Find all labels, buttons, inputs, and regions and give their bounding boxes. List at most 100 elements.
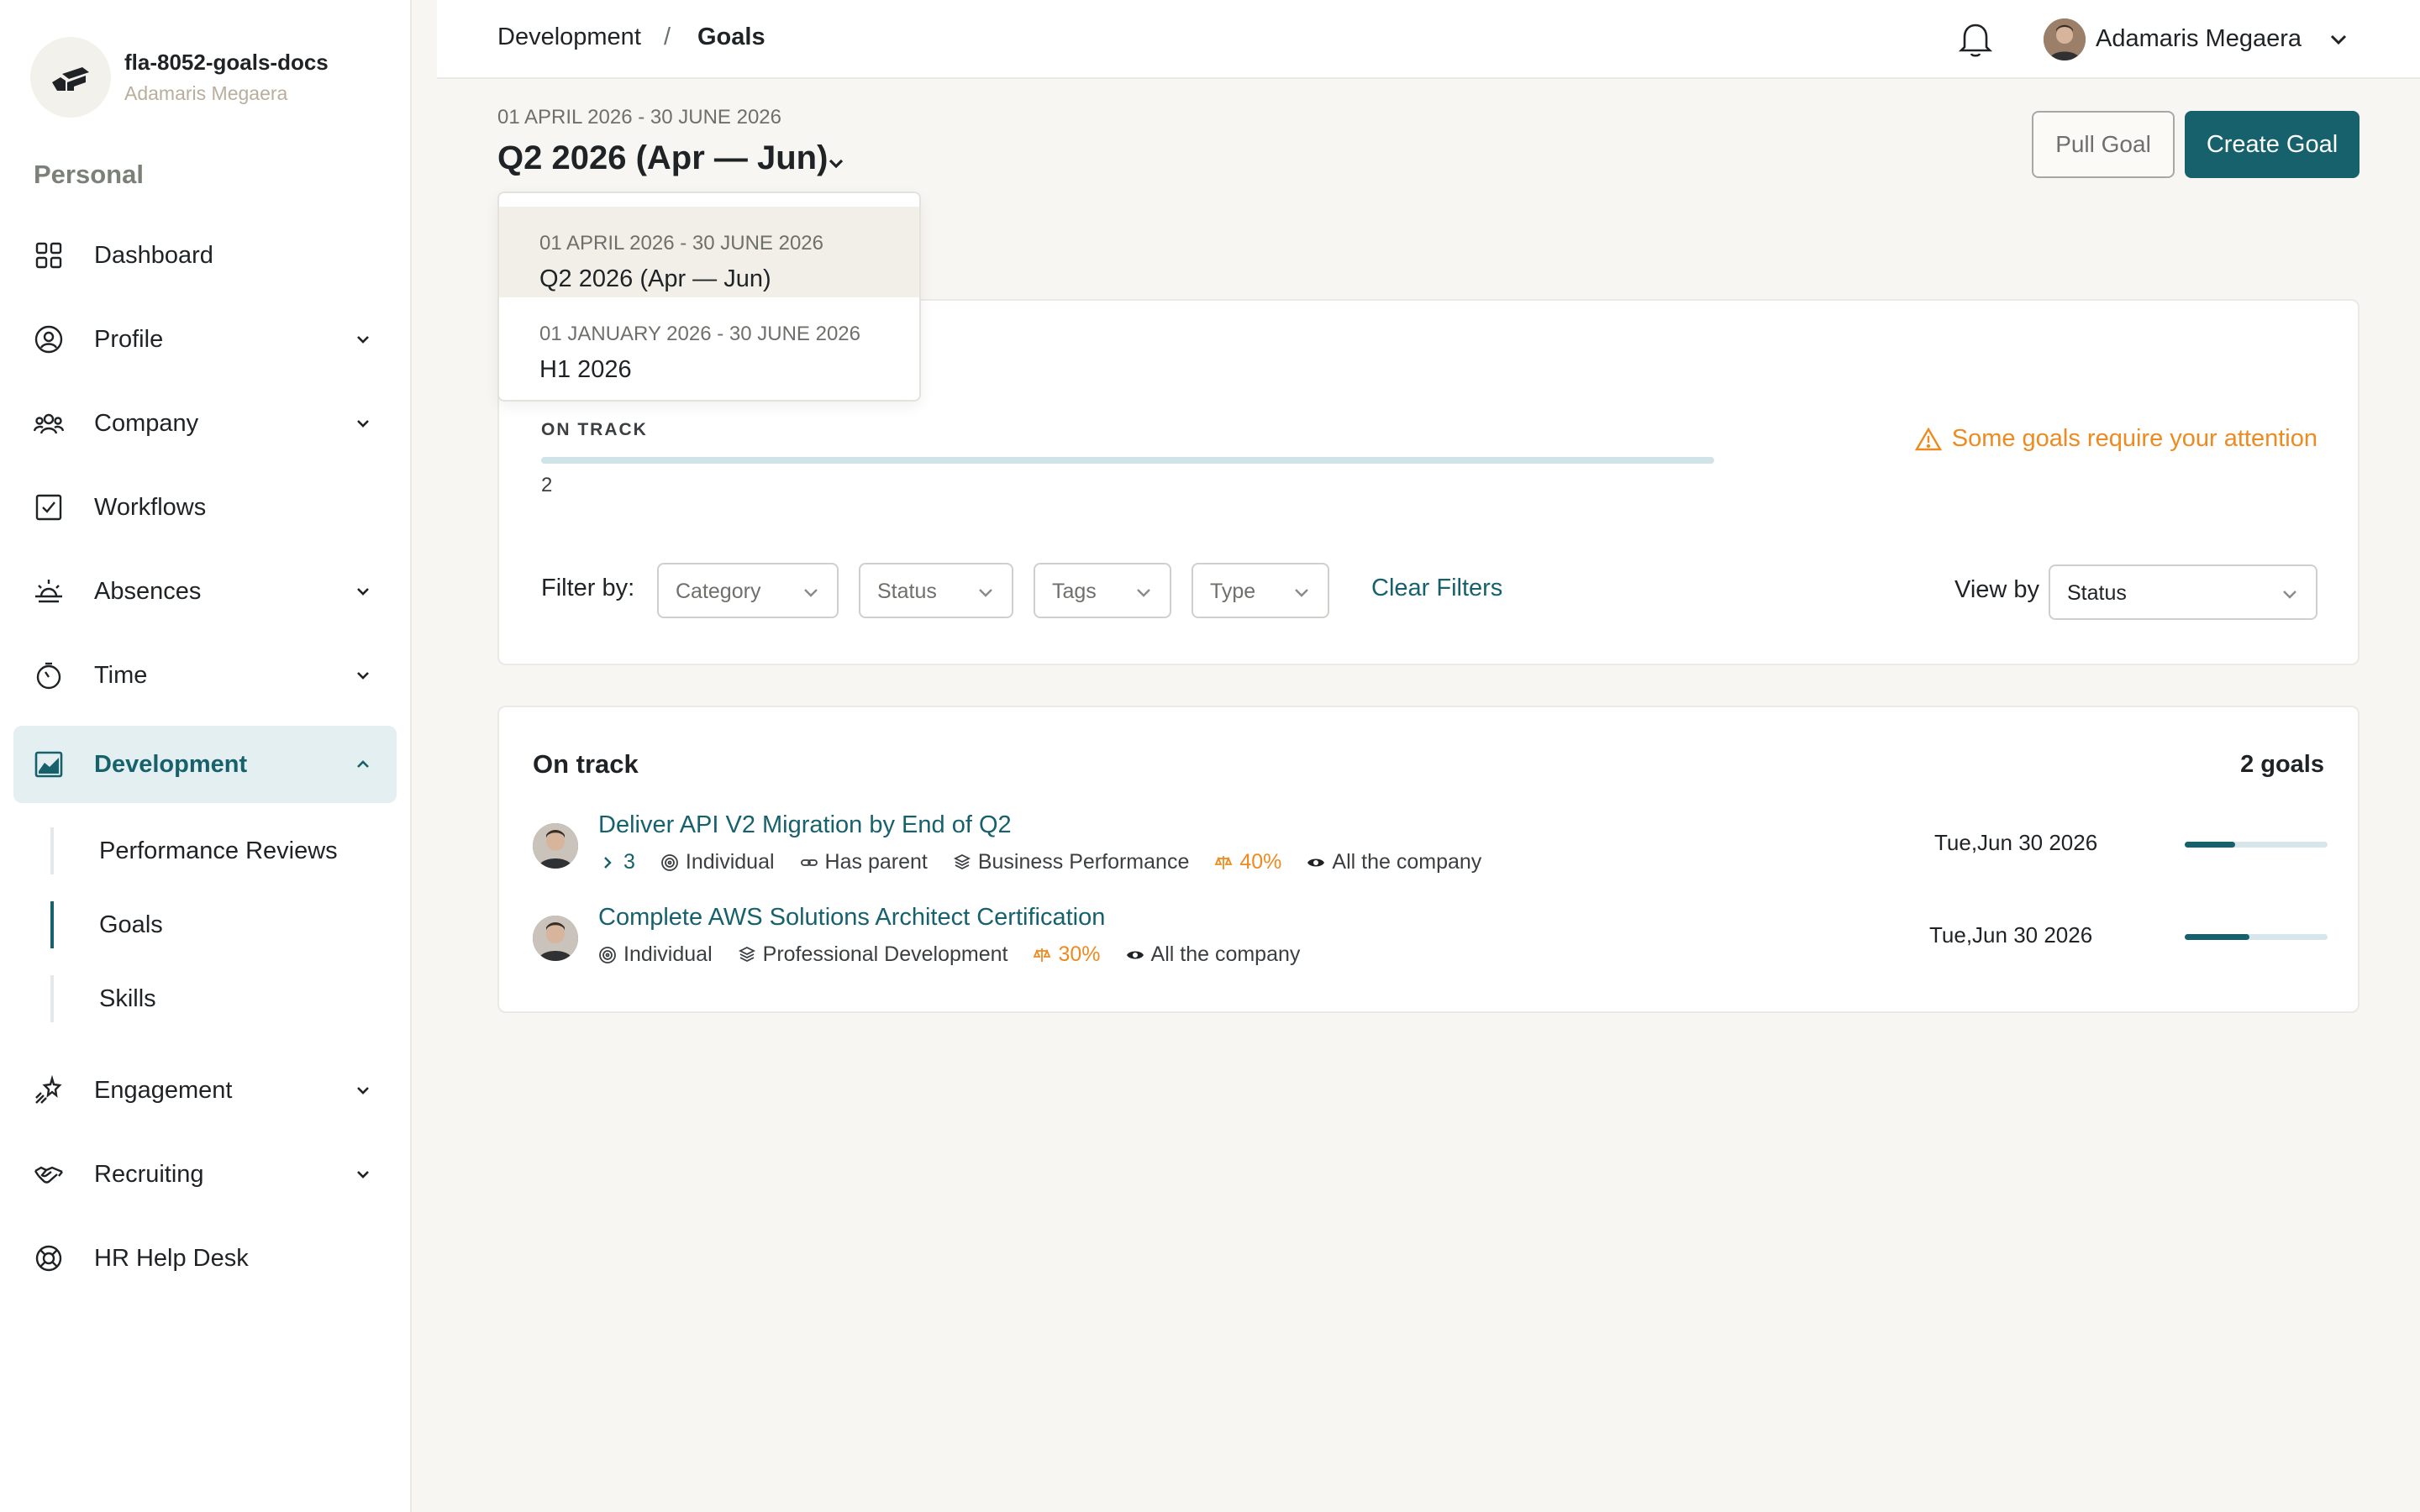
goal-visibility: All the company xyxy=(1126,942,1301,967)
chevron-down-icon xyxy=(357,1171,369,1179)
subnav-label: Performance Reviews xyxy=(99,837,338,864)
chevron-down-icon xyxy=(979,589,992,597)
goal-parent-text: Has parent xyxy=(824,850,928,874)
period-option-h1-2026[interactable]: 01 JANUARY 2026 - 30 JUNE 2026 H1 2026 xyxy=(499,297,919,388)
goal-progress-bar xyxy=(2185,842,2328,848)
group-count: 2 goals xyxy=(2240,751,2324,778)
goal-weight-text: 30% xyxy=(1058,942,1101,966)
goal-scope-text: Individual xyxy=(685,850,775,874)
goal-category: Professional Development xyxy=(738,942,1007,967)
select-placeholder: Type xyxy=(1210,580,1256,603)
development-chart-icon xyxy=(34,751,63,778)
sidebar-item-time[interactable]: Time xyxy=(13,637,397,714)
chevron-down-icon[interactable] xyxy=(2326,27,2351,52)
status-distribution-bar xyxy=(541,457,1714,464)
period-option-name: H1 2026 xyxy=(539,356,632,383)
sidebar-item-recruiting[interactable]: Recruiting xyxy=(13,1136,397,1213)
sidebar-item-label: HR Help Desk xyxy=(94,1244,249,1272)
scale-icon xyxy=(1214,855,1233,869)
avatar xyxy=(533,823,578,869)
chevron-up-icon xyxy=(357,760,369,768)
org-logo xyxy=(30,37,111,118)
period-option-name: Q2 2026 (Apr — Jun) xyxy=(539,265,771,292)
chevron-down-icon[interactable] xyxy=(823,151,849,176)
goal-meta: Individual Professional Development 30% … xyxy=(598,942,1325,967)
period-dropdown-menu: 01 APRIL 2026 - 30 JUNE 2026 Q2 2026 (Ap… xyxy=(497,192,921,402)
goal-visibility-text: All the company xyxy=(1150,942,1301,966)
scale-icon xyxy=(1034,948,1051,962)
goal-visibility-text: All the company xyxy=(1332,850,1482,874)
breadcrumb-development[interactable]: Development xyxy=(497,24,641,51)
user-name[interactable]: Adamaris Megaera xyxy=(2096,25,2302,53)
avatar[interactable] xyxy=(2044,18,2086,60)
subnav-label: Skills xyxy=(99,984,156,1012)
period-option-range: 01 JANUARY 2026 - 30 JUNE 2026 xyxy=(539,323,860,345)
target-icon xyxy=(661,853,678,871)
goal-scope: Individual xyxy=(598,942,713,967)
subnav-indicator xyxy=(50,901,54,948)
company-people-icon xyxy=(34,413,64,434)
sidebar-item-development[interactable]: Development xyxy=(13,726,397,803)
status-label-on-track: ON TRACK xyxy=(541,420,648,439)
chevron-down-icon xyxy=(2283,591,2296,599)
clear-filters-link[interactable]: Clear Filters xyxy=(1371,575,1502,602)
goal-due-date: Tue,Jun 30 2026 xyxy=(1934,830,2098,855)
filter-tags-select[interactable]: Tags xyxy=(1034,563,1171,618)
sidebar-item-engagement[interactable]: Engagement xyxy=(13,1052,397,1129)
filter-category-select[interactable]: Category xyxy=(657,563,839,618)
goal-parent: Has parent xyxy=(800,850,928,874)
sidebar-item-dashboard[interactable]: Dashboard xyxy=(13,217,397,294)
period-selector[interactable]: Q2 2026 (Apr — Jun) xyxy=(497,139,828,177)
org-switcher[interactable]: fla-8052-goals-docs Adamaris Megaera xyxy=(30,37,329,118)
breadcrumb-goals: Goals xyxy=(697,24,765,50)
chevron-down-icon xyxy=(357,336,369,344)
goal-row: Complete AWS Solutions Architect Certifi… xyxy=(533,904,2328,996)
org-user: Adamaris Megaera xyxy=(124,82,288,104)
sidebar-item-label: Company xyxy=(94,409,199,437)
pull-goal-button[interactable]: Pull Goal xyxy=(2032,111,2175,178)
target-icon xyxy=(599,946,616,963)
engagement-stars-icon xyxy=(35,1075,62,1104)
goal-title-link[interactable]: Complete AWS Solutions Architect Certifi… xyxy=(598,904,1105,932)
subnav-label: Goals xyxy=(99,911,163,938)
subnav-indicator xyxy=(50,827,54,874)
sidebar: fla-8052-goals-docs Adamaris Megaera Per… xyxy=(0,0,412,1512)
sidebar-item-company[interactable]: Company xyxy=(13,385,397,462)
filter-label: Filter by: xyxy=(541,575,635,601)
period-option-q2-2026[interactable]: 01 APRIL 2026 - 30 JUNE 2026 Q2 2026 (Ap… xyxy=(499,207,919,297)
period-range: 01 APRIL 2026 - 30 JUNE 2026 xyxy=(497,106,781,129)
goal-weight-text: 40% xyxy=(1239,850,1282,874)
attention-text: Some goals require your attention xyxy=(1951,425,2317,452)
filter-status-select[interactable]: Status xyxy=(859,563,1013,618)
dashboard-grid-icon xyxy=(35,242,62,269)
goal-title-link[interactable]: Deliver API V2 Migration by End of Q2 xyxy=(598,811,1012,839)
topbar: Development / Goals Adamaris Megaera xyxy=(437,0,2420,79)
subnav-indicator xyxy=(50,975,54,1022)
attention-notice[interactable]: Some goals require your attention xyxy=(1914,425,2317,453)
breadcrumb-separator: / xyxy=(664,24,671,50)
chevron-down-icon xyxy=(1137,589,1150,597)
chevron-right-icon xyxy=(604,856,612,869)
org-name: fla-8052-goals-docs xyxy=(124,50,329,75)
create-goal-button[interactable]: Create Goal xyxy=(2185,111,2360,178)
goal-visibility: All the company xyxy=(1307,850,1481,874)
sidebar-item-absences[interactable]: Absences xyxy=(13,553,397,630)
sidebar-item-label: Engagement xyxy=(94,1076,233,1104)
filter-type-select[interactable]: Type xyxy=(1192,563,1329,618)
group-title: On track xyxy=(533,749,639,779)
layers-icon xyxy=(738,946,755,962)
sidebar-item-label: Time xyxy=(94,661,148,689)
sidebar-item-hr-help-desk[interactable]: HR Help Desk xyxy=(13,1220,397,1297)
sidebar-item-profile[interactable]: Profile xyxy=(13,301,397,378)
sidebar-item-label: Development xyxy=(94,750,248,778)
select-placeholder: Status xyxy=(877,580,937,603)
goal-meta: 3 Individual Has parent Business Perform… xyxy=(598,850,1507,874)
sidebar-item-workflows[interactable]: Workflows xyxy=(13,469,397,546)
expand-children-toggle[interactable]: 3 xyxy=(598,850,635,874)
view-by-select[interactable]: Status xyxy=(2049,564,2317,620)
chevron-down-icon xyxy=(357,1087,369,1095)
bell-icon[interactable] xyxy=(1956,18,1995,59)
sidebar-item-label: Recruiting xyxy=(94,1160,204,1188)
layers-icon xyxy=(953,853,971,869)
chevron-down-icon xyxy=(357,672,369,680)
